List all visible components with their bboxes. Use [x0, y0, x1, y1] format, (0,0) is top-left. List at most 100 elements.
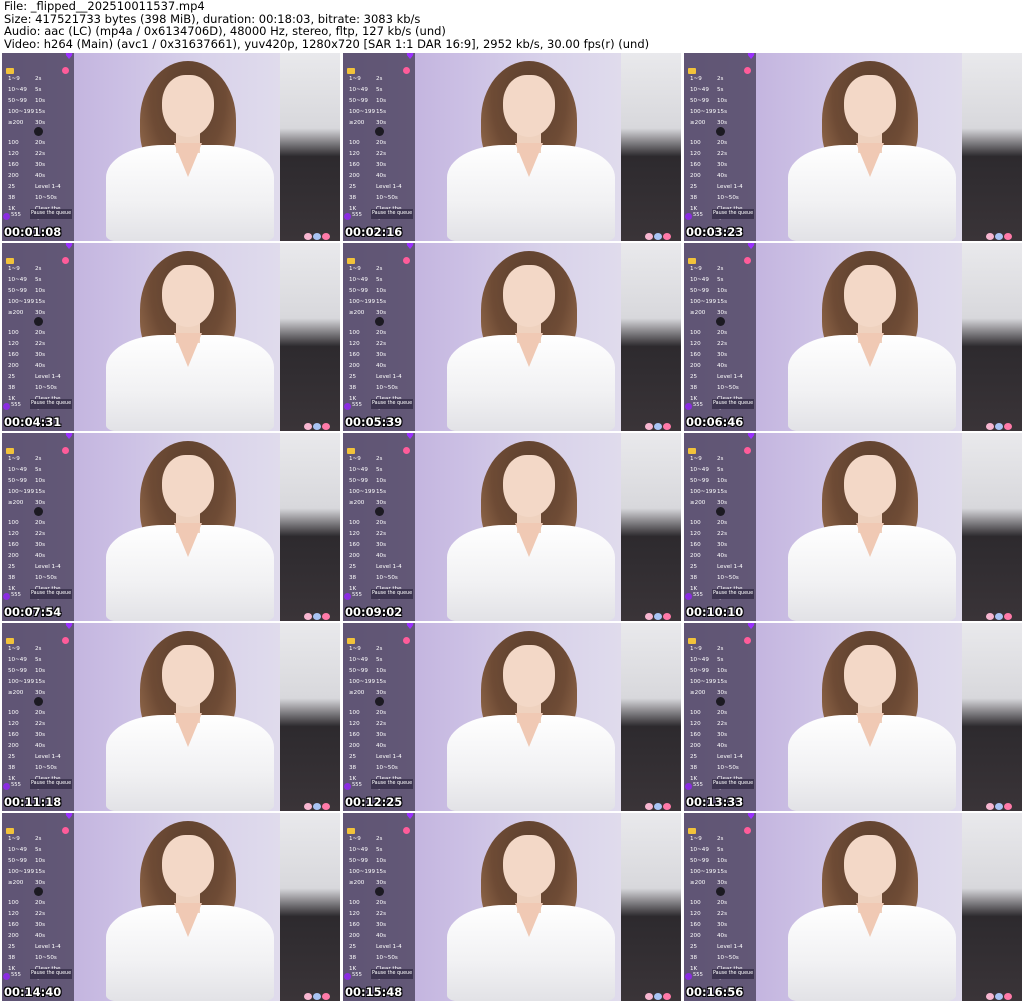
- plush-toy-icon: [313, 993, 321, 1000]
- panel-row-amount: 50~99: [8, 858, 27, 864]
- smile-icon: [403, 447, 410, 454]
- panel-row-amount: 100~199: [349, 489, 376, 495]
- pause-queue-button[interactable]: Pause the queue: [30, 209, 72, 219]
- panel-row-duration: 5s: [35, 277, 42, 283]
- plush-toys: [645, 795, 675, 810]
- panel-row-amount: ≥200: [690, 880, 706, 886]
- pause-queue-button[interactable]: Pause the queue: [30, 399, 72, 409]
- panel-row-amount: 100~199: [8, 299, 35, 305]
- video-thumbnail[interactable]: ♥ 1~9 2s 10~49 5s 50~99 10s 100~199 15s ≥200 30s 10…: [343, 243, 681, 431]
- panel-row-duration: 10s: [35, 98, 46, 104]
- video-thumbnail[interactable]: ♥ 1~9 2s 10~49 5s 50~99 10s 100~199 15s ≥200 30s 10…: [343, 433, 681, 621]
- panel-row: 200 40s: [688, 552, 752, 561]
- pause-queue-button[interactable]: Pause the queue: [371, 969, 413, 979]
- panel-row: 200 40s: [347, 172, 411, 181]
- plush-toy-icon: [995, 993, 1003, 1000]
- pause-queue-button[interactable]: Pause the queue: [371, 589, 413, 599]
- panel-row: 25 Level 1-4: [688, 373, 752, 382]
- video-thumbnail[interactable]: ♥ 1~9 2s 10~49 5s 50~99 10s 100~199 15s ≥200 30s 10…: [343, 813, 681, 1001]
- video-thumbnail[interactable]: ♥ 1~9 2s 10~49 5s 50~99 10s 100~199 15s ≥200 30s 10…: [684, 53, 1022, 241]
- panel-row-amount: 38: [690, 385, 698, 391]
- crown-icon: [688, 258, 696, 264]
- panel-row-duration: 10s: [35, 288, 46, 294]
- panel-row-duration: 2s: [376, 836, 383, 842]
- video-thumbnail[interactable]: ♥ 1~9 2s 10~49 5s 50~99 10s 100~199 15s ≥200 30s 10…: [684, 433, 1022, 621]
- panel-row: 25 Level 1-4: [6, 943, 70, 952]
- video-thumbnail[interactable]: ♥ 1~9 2s 10~49 5s 50~99 10s 100~199 15s ≥200 30s 10…: [684, 623, 1022, 811]
- plush-toys: [304, 985, 334, 1000]
- video-thumbnail[interactable]: ♥ 1~9 2s 10~49 5s 50~99 10s 100~199 15s ≥200 30s 10…: [343, 623, 681, 811]
- panel-row: 25 Level 1-4: [688, 183, 752, 192]
- panel-row: 120 22s: [688, 150, 752, 159]
- panel-row-amount: 160: [690, 732, 701, 738]
- pause-queue-button[interactable]: Pause the queue: [30, 589, 72, 599]
- panel-row-duration: 22s: [376, 151, 387, 157]
- panel-row-duration: 20s: [717, 710, 728, 716]
- panel-row-duration: 22s: [35, 151, 46, 157]
- video-thumbnail[interactable]: ♥ 1~9 2s 10~49 5s 50~99 10s 100~199 15s ≥200 30s 10…: [2, 623, 340, 811]
- tip-menu-panel: ♥ 1~9 2s 10~49 5s 50~99 10s 100~199 15s ≥200 30s 10…: [343, 243, 415, 431]
- panel-row: 200 40s: [347, 932, 411, 941]
- panel-row-duration: 30s: [35, 732, 46, 738]
- panel-row-duration: 15s: [376, 869, 387, 875]
- record-dot-icon: [34, 317, 43, 326]
- panel-row-duration: 10s: [35, 858, 46, 864]
- tip-menu-panel: ♥ 1~9 2s 10~49 5s 50~99 10s 100~199 15s ≥200 30s 10…: [684, 243, 756, 431]
- pause-queue-button[interactable]: Pause the queue: [371, 399, 413, 409]
- record-dot-icon: [34, 697, 43, 706]
- panel-row-duration: Level 1-4: [717, 754, 743, 760]
- panel-row-duration: 10s: [376, 98, 387, 104]
- pause-queue-button[interactable]: Pause the queue: [30, 779, 72, 789]
- video-thumbnail[interactable]: ♥ 1~9 2s 10~49 5s 50~99 10s 100~199 15s ≥200 30s 10…: [684, 813, 1022, 1001]
- video-thumbnail[interactable]: ♥ 1~9 2s 10~49 5s 50~99 10s 100~199 15s ≥200 30s 10…: [2, 53, 340, 241]
- pause-queue-button[interactable]: Pause the queue: [712, 399, 754, 409]
- pause-queue-button[interactable]: Pause the queue: [712, 589, 754, 599]
- panel-row-amount: 38: [8, 765, 16, 771]
- pause-queue-button[interactable]: Pause the queue: [712, 209, 754, 219]
- panel-row-amount: 50~99: [690, 478, 709, 484]
- crown-icon: [688, 828, 696, 834]
- panel-row-amount: 10~49: [8, 277, 27, 283]
- panel-row: 100~199 15s: [688, 298, 752, 307]
- video-thumbnail[interactable]: ♥ 1~9 2s 10~49 5s 50~99 10s 100~199 15s ≥200 30s 10…: [684, 243, 1022, 431]
- panel-row-amount: 25: [690, 374, 698, 380]
- smile-icon: [62, 447, 69, 454]
- panel-row-duration: 40s: [717, 553, 728, 559]
- panel-row: 160 30s: [6, 921, 70, 930]
- plush-toy-icon: [322, 993, 330, 1000]
- panel-row-amount: 100: [8, 520, 19, 526]
- pause-queue-button[interactable]: Pause the queue: [712, 779, 754, 789]
- panel-row: 38 10~50s: [6, 384, 70, 393]
- video-thumbnail[interactable]: ♥ 1~9 2s 10~49 5s 50~99 10s 100~199 15s ≥200 30s 10…: [2, 813, 340, 1001]
- video-thumbnail[interactable]: ♥ 1~9 2s 10~49 5s 50~99 10s 100~199 15s ≥200 30s 10…: [343, 53, 681, 241]
- pause-queue-button[interactable]: Pause the queue: [371, 779, 413, 789]
- panel-row-amount: 50~99: [8, 98, 27, 104]
- pause-queue-button[interactable]: Pause the queue: [712, 969, 754, 979]
- panel-row-duration: 30s: [717, 922, 728, 928]
- panel-row-duration: 10s: [717, 98, 728, 104]
- pause-queue-button[interactable]: Pause the queue: [30, 969, 72, 979]
- panel-row-duration: 10~50s: [35, 955, 57, 961]
- panel-row: 120 22s: [688, 340, 752, 349]
- person-face: [844, 75, 896, 137]
- pause-queue-button[interactable]: Pause the queue: [371, 209, 413, 219]
- panel-row-amount: 100~199: [8, 489, 35, 495]
- plush-toy-icon: [645, 423, 653, 430]
- panel-row-duration: 22s: [35, 531, 46, 537]
- panel-row: 200 40s: [347, 362, 411, 371]
- panel-row: 50~99 10s: [688, 857, 752, 866]
- panel-row-amount: ≥200: [349, 500, 365, 506]
- panel-bottom-label: 555: [11, 782, 21, 788]
- video-thumbnail[interactable]: ♥ 1~9 2s 10~49 5s 50~99 10s 100~199 15s ≥200 30s 10…: [2, 243, 340, 431]
- panel-row-duration: 2s: [717, 836, 724, 842]
- plush-toys: [986, 985, 1016, 1000]
- panel-row-amount: 25: [690, 184, 698, 190]
- plush-toy-icon: [304, 993, 312, 1000]
- panel-row-duration: 5s: [35, 657, 42, 663]
- panel-row-duration: 10~50s: [35, 765, 57, 771]
- video-thumbnail[interactable]: ♥ 1~9 2s 10~49 5s 50~99 10s 100~199 15s ≥200 30s 10…: [2, 433, 340, 621]
- panel-row: 120 22s: [6, 340, 70, 349]
- tip-menu-panel: ♥ 1~9 2s 10~49 5s 50~99 10s 100~199 15s ≥200 30s 10…: [684, 433, 756, 621]
- panel-row-amount: 25: [690, 754, 698, 760]
- panel-row-amount: 25: [8, 374, 16, 380]
